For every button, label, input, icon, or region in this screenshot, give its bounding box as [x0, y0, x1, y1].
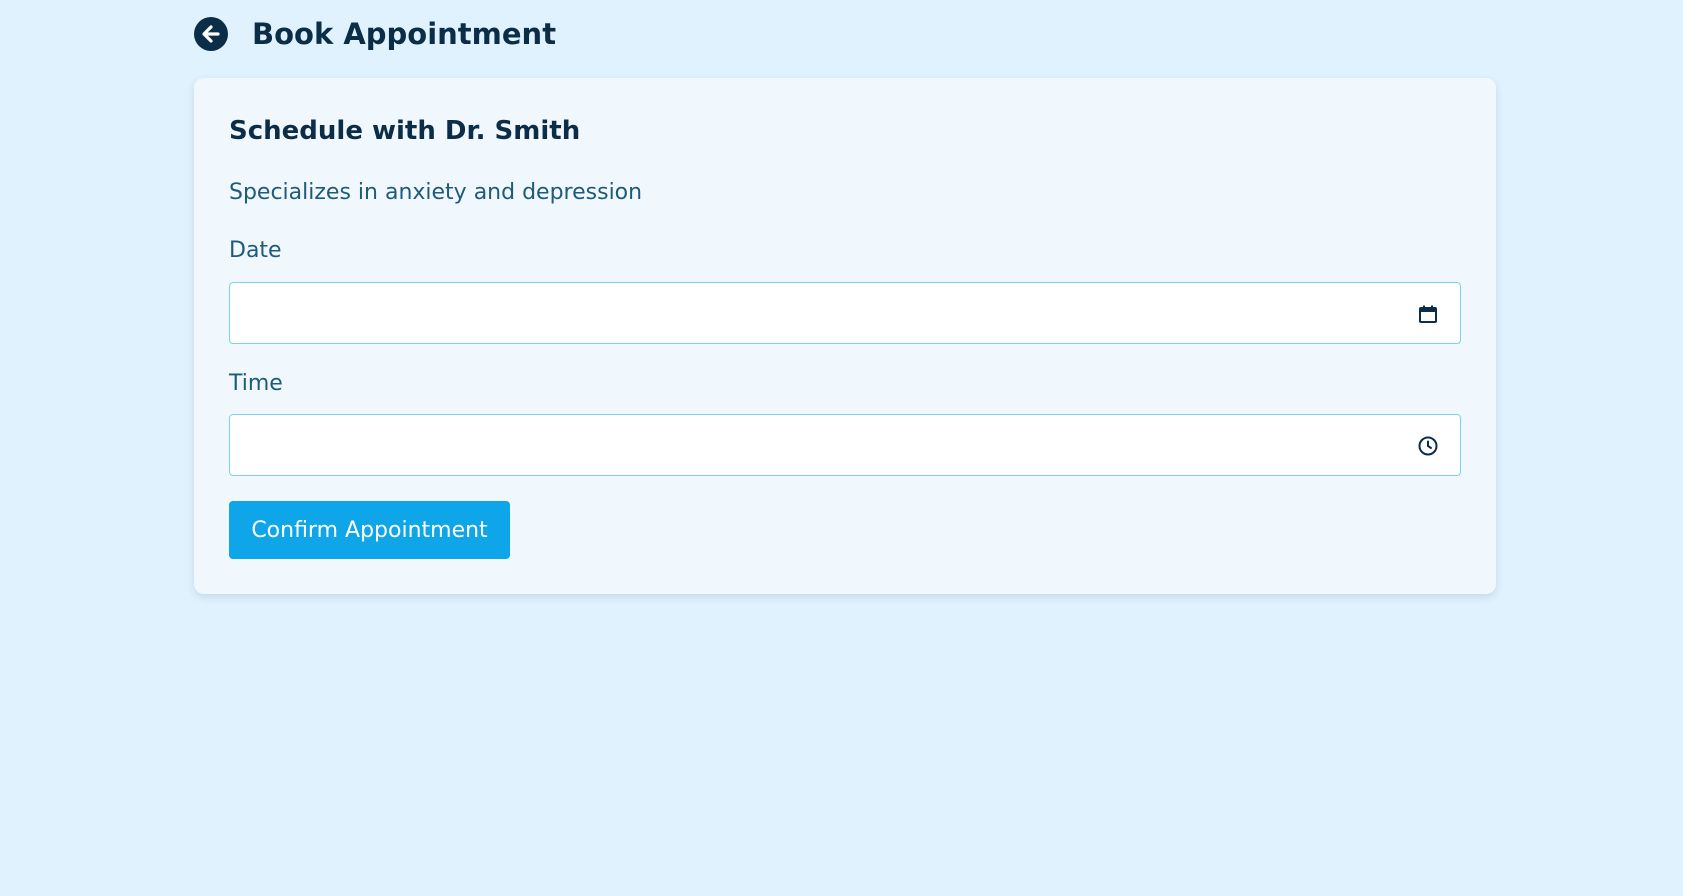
appointment-card: Schedule with Dr. Smith Specializes in a… [194, 78, 1496, 594]
time-label: Time [229, 371, 283, 396]
back-button[interactable] [194, 17, 228, 51]
page-header: Book Appointment [194, 16, 556, 52]
clock-icon[interactable] [1416, 434, 1440, 458]
doctor-specialty: Specializes in anxiety and depression [229, 180, 643, 205]
confirm-appointment-button[interactable]: Confirm Appointment [229, 501, 510, 559]
book-appointment-page: Book Appointment Schedule with Dr. Smith… [0, 0, 1683, 896]
calendar-icon[interactable] [1416, 302, 1440, 326]
date-label: Date [229, 238, 282, 263]
doctor-title: Schedule with Dr. Smith [229, 116, 581, 146]
date-input[interactable] [229, 282, 1461, 344]
arrow-left-icon [200, 23, 222, 45]
page-title: Book Appointment [252, 17, 557, 51]
time-input[interactable] [229, 414, 1461, 476]
